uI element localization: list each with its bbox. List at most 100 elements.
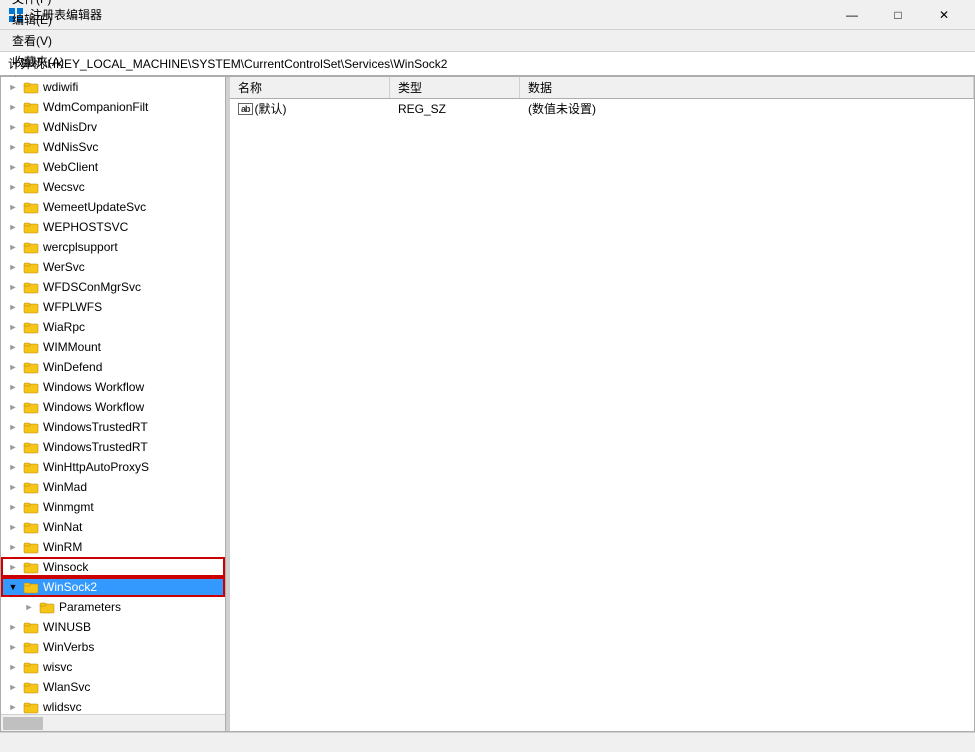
tree-item[interactable]: ► wercplsupport xyxy=(1,237,225,257)
expand-icon[interactable]: ► xyxy=(5,319,21,335)
tree-item[interactable]: ► Parameters xyxy=(1,597,225,617)
expand-icon[interactable]: ► xyxy=(5,459,21,475)
tree-item[interactable]: ► WdmCompanionFilt xyxy=(1,97,225,117)
expand-icon[interactable]: ► xyxy=(5,499,21,515)
tree-item-label: WinHttpAutoProxyS xyxy=(41,460,225,474)
tree-item-label: Winmgmt xyxy=(41,500,225,514)
cell-name: ab(默认) xyxy=(230,99,390,118)
tree-item[interactable]: ► WindowsTrustedRT xyxy=(1,437,225,457)
expand-icon[interactable]: ► xyxy=(5,559,21,575)
tree-item[interactable]: ► WinHttpAutoProxyS xyxy=(1,457,225,477)
expand-icon[interactable]: ► xyxy=(5,199,21,215)
folder-icon xyxy=(23,140,39,154)
expand-icon[interactable]: ► xyxy=(5,619,21,635)
folder-icon xyxy=(23,420,39,434)
tree-item[interactable]: ► WINUSB xyxy=(1,617,225,637)
tree-panel: ► wdiwifi► WdmCompanionFilt► WdNisDrv► W… xyxy=(1,77,226,731)
expand-icon[interactable]: ► xyxy=(5,479,21,495)
tree-item[interactable]: ► WFPLWFS xyxy=(1,297,225,317)
tree-item-label: WINUSB xyxy=(41,620,225,634)
tree-item-label: WinVerbs xyxy=(41,640,225,654)
expand-icon[interactable]: ► xyxy=(5,259,21,275)
menu-item[interactable]: 编辑(E) xyxy=(4,9,72,30)
tree-item-label: WemeetUpdateSvc xyxy=(41,200,225,214)
expand-icon[interactable]: ► xyxy=(5,79,21,95)
menu-item[interactable]: 查看(V) xyxy=(4,30,72,51)
address-bar: 计算机\HKEY_LOCAL_MACHINE\SYSTEM\CurrentCon… xyxy=(0,52,975,76)
expand-icon[interactable]: ► xyxy=(5,539,21,555)
tree-item-label: Parameters xyxy=(57,600,225,614)
expand-icon[interactable]: ► xyxy=(5,359,21,375)
tree-item[interactable]: ► WdNisDrv xyxy=(1,117,225,137)
right-panel: 名称 类型 数据 ab(默认)REG_SZ(数值未设置) xyxy=(230,77,974,731)
tree-item[interactable]: ► Winmgmt xyxy=(1,497,225,517)
expand-icon[interactable]: ► xyxy=(5,239,21,255)
tree-item[interactable]: ► WFDSConMgrSvc xyxy=(1,277,225,297)
table-row[interactable]: ab(默认)REG_SZ(数值未设置) xyxy=(230,99,974,119)
status-bar xyxy=(0,732,975,752)
minimize-button[interactable]: — xyxy=(829,0,875,30)
expand-icon[interactable]: ► xyxy=(5,219,21,235)
expand-icon[interactable]: ► xyxy=(5,699,21,714)
tree-item-label: WdmCompanionFilt xyxy=(41,100,225,114)
tree-item[interactable]: ► wdiwifi xyxy=(1,77,225,97)
folder-icon xyxy=(23,500,39,514)
expand-icon[interactable]: ► xyxy=(5,379,21,395)
tree-item[interactable]: ► WdNisSvc xyxy=(1,137,225,157)
tree-item[interactable]: ► Windows Workflow xyxy=(1,397,225,417)
expand-icon[interactable]: ► xyxy=(5,399,21,415)
tree-item-label: Wecsvc xyxy=(41,180,225,194)
tree-item[interactable]: ▼ WinSock2 xyxy=(1,577,225,597)
tree-item[interactable]: ► WinDefend xyxy=(1,357,225,377)
expand-icon[interactable]: ► xyxy=(5,159,21,175)
tree-item[interactable]: ► WiaRpc xyxy=(1,317,225,337)
close-button[interactable]: ✕ xyxy=(921,0,967,30)
tree-item[interactable]: ► Wecsvc xyxy=(1,177,225,197)
expand-icon[interactable]: ► xyxy=(5,659,21,675)
tree-item[interactable]: ► WinNat xyxy=(1,517,225,537)
folder-icon xyxy=(23,460,39,474)
folder-icon xyxy=(23,280,39,294)
tree-item[interactable]: ► WebClient xyxy=(1,157,225,177)
folder-icon xyxy=(23,640,39,654)
expand-icon[interactable]: ► xyxy=(5,439,21,455)
expand-icon[interactable]: ► xyxy=(5,279,21,295)
expand-icon[interactable]: ► xyxy=(5,299,21,315)
tree-item[interactable]: ► WerSvc xyxy=(1,257,225,277)
folder-icon xyxy=(23,680,39,694)
expand-icon[interactable]: ► xyxy=(5,139,21,155)
expand-icon[interactable]: ► xyxy=(5,519,21,535)
expand-icon[interactable]: ► xyxy=(5,419,21,435)
tree-item[interactable]: ► WlanSvc xyxy=(1,677,225,697)
tree-item[interactable]: ► wisvc xyxy=(1,657,225,677)
tree-item[interactable]: ► WindowsTrustedRT xyxy=(1,417,225,437)
tree-item[interactable]: ► Winsock xyxy=(1,557,225,577)
expand-icon[interactable]: ► xyxy=(5,339,21,355)
tree-item[interactable]: ► WinMad xyxy=(1,477,225,497)
tree-item[interactable]: ► WEPHOSTSVC xyxy=(1,217,225,237)
folder-icon xyxy=(23,300,39,314)
tree-scroll[interactable]: ► wdiwifi► WdmCompanionFilt► WdNisDrv► W… xyxy=(1,77,225,714)
tree-item[interactable]: ► WemeetUpdateSvc xyxy=(1,197,225,217)
tree-hscroll[interactable] xyxy=(1,714,225,731)
expand-icon[interactable]: ► xyxy=(5,99,21,115)
tree-item[interactable]: ► WIMMount xyxy=(1,337,225,357)
expand-icon[interactable]: ► xyxy=(5,119,21,135)
expand-icon[interactable]: ► xyxy=(5,679,21,695)
collapse-icon[interactable]: ▼ xyxy=(5,579,21,595)
tree-item-label: WebClient xyxy=(41,160,225,174)
expand-icon[interactable]: ► xyxy=(21,599,37,615)
tree-item[interactable]: ► Windows Workflow xyxy=(1,377,225,397)
menu-item[interactable]: 文件(F) xyxy=(4,0,72,9)
folder-icon xyxy=(23,520,39,534)
col-header-name: 名称 xyxy=(230,77,390,98)
folder-icon xyxy=(23,380,39,394)
expand-icon[interactable]: ► xyxy=(5,639,21,655)
table-rows: ab(默认)REG_SZ(数值未设置) xyxy=(230,99,974,119)
tree-item[interactable]: ► WinVerbs xyxy=(1,637,225,657)
tree-item-label: Winsock xyxy=(41,560,225,574)
expand-icon[interactable]: ► xyxy=(5,179,21,195)
tree-item[interactable]: ► WinRM xyxy=(1,537,225,557)
maximize-button[interactable]: □ xyxy=(875,0,921,30)
tree-item[interactable]: ► wlidsvc xyxy=(1,697,225,714)
